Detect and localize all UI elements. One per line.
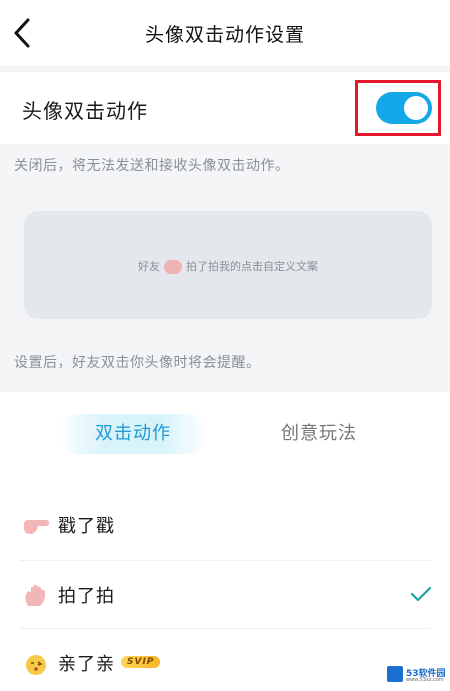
double-tap-setting-row: 头像双击动作: [0, 72, 450, 144]
watermark-sub: www.53xz.com: [406, 677, 444, 683]
toggle-knob: [404, 96, 428, 120]
action-item-kiss[interactable]: 亲了亲 SVIP: [0, 630, 450, 691]
double-tap-toggle[interactable]: [376, 92, 432, 124]
preview-prefix: 好友: [138, 260, 160, 273]
pat-hand-icon: [25, 584, 46, 606]
watermark-logo-icon: [387, 666, 403, 682]
tab-creative-play[interactable]: 创意玩法: [244, 414, 394, 454]
checkmark-icon: [410, 586, 432, 602]
action-label-text: 亲了亲: [58, 654, 115, 675]
kiss-emoji-icon: [26, 655, 46, 675]
preview-text: 好友 拍了拍我的点击自定义文案: [24, 258, 432, 274]
svip-badge: SVIP: [121, 656, 161, 668]
action-panel: 双击动作 创意玩法 戳了戳 拍了拍 亲了亲 SVIP: [0, 392, 450, 691]
page-title: 头像双击动作设置: [144, 24, 305, 46]
divider: [20, 628, 430, 629]
pat-hand-icon: [164, 260, 182, 274]
disable-note: 关闭后，将无法发送和接收头像双击动作。: [14, 158, 290, 174]
setting-label: 头像双击动作: [22, 99, 148, 123]
action-label: 亲了亲 SVIP: [58, 650, 161, 676]
remind-note: 设置后，好友双击你头像时将会提醒。: [14, 355, 261, 371]
watermark: 53软件园 www.53xz.com: [387, 663, 447, 687]
navigation-bar: 头像双击动作设置: [0, 0, 450, 66]
action-item-poke[interactable]: 戳了戳: [0, 492, 450, 560]
poke-finger-icon: [24, 520, 49, 534]
divider: [20, 560, 430, 561]
preview-suffix: 拍了拍我的点击自定义文案: [186, 260, 318, 273]
action-item-pat[interactable]: 拍了拍: [0, 562, 450, 630]
action-label: 拍了拍: [58, 586, 115, 607]
action-label: 戳了戳: [58, 516, 115, 537]
preview-card: 好友 拍了拍我的点击自定义文案: [24, 211, 432, 319]
tab-double-tap-actions[interactable]: 双击动作: [58, 414, 208, 454]
